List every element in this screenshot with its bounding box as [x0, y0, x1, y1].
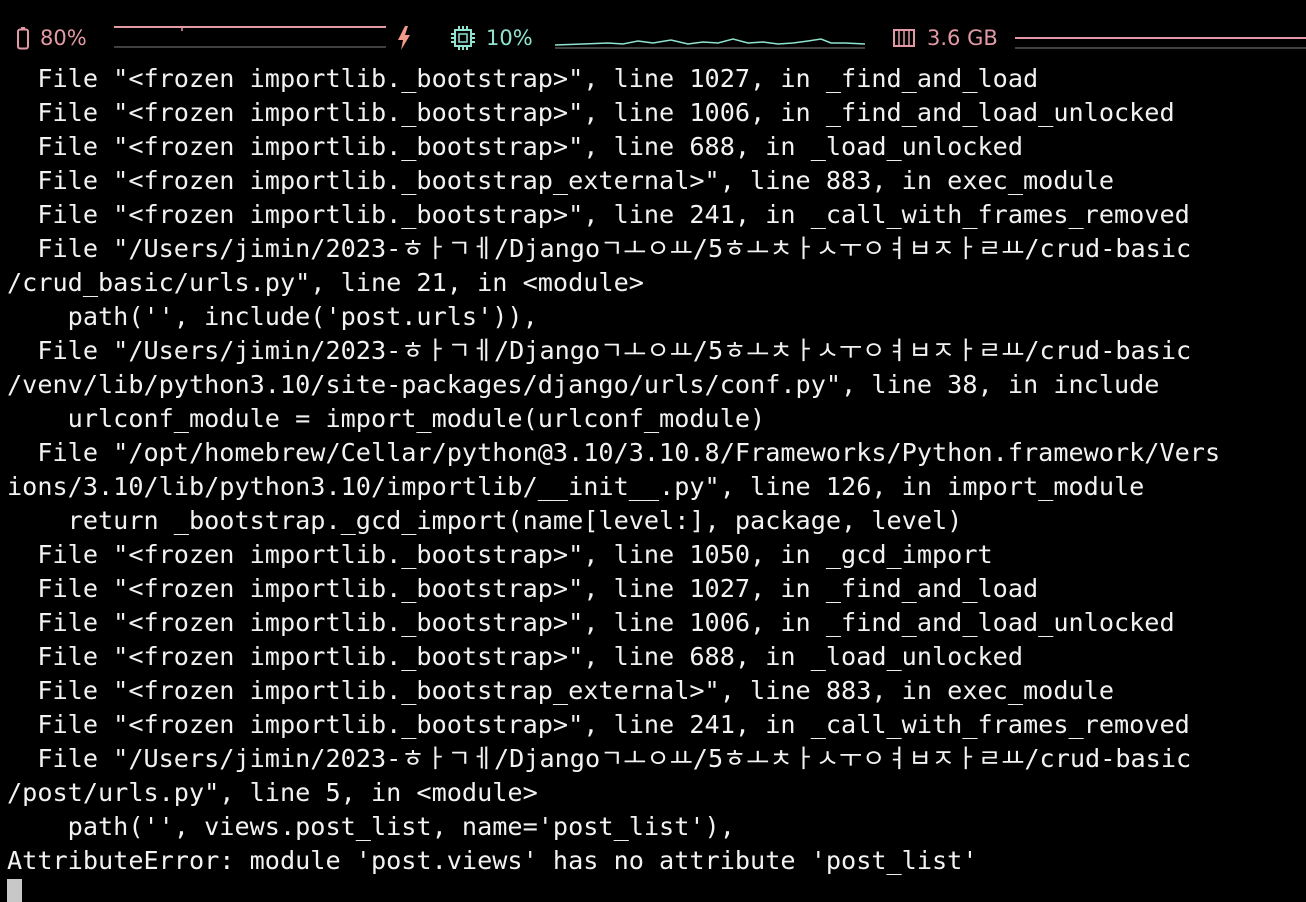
terminal-line: File "/Users/jimin/2023-ㅎㅏㄱㅔ/Djangoㄱㅗㅇㅛ/… [7, 744, 1192, 773]
memory-usage: 3.6 GB [927, 26, 998, 50]
status-bar: 80% 10% 3.6 GB [0, 0, 1306, 62]
terminal-line: urlconf_module = import_module(urlconf_m… [7, 404, 766, 433]
lightning-bolt-icon [396, 25, 412, 51]
terminal-line: File "<frozen importlib._bootstrap>", li… [7, 608, 1175, 637]
terminal-line: /venv/lib/python3.10/site-packages/djang… [7, 370, 1160, 399]
terminal-line: File "<frozen importlib._bootstrap>", li… [7, 98, 1175, 127]
terminal-line: File "<frozen importlib._bootstrap>", li… [7, 574, 1039, 603]
terminal-line: AttributeError: module 'post.views' has … [7, 846, 978, 875]
terminal-line: path('', include('post.urls')), [7, 302, 538, 331]
terminal-line: File "<frozen importlib._bootstrap_exter… [7, 166, 1114, 195]
cpu-history-graph [554, 38, 866, 49]
battery-percent: 80% [40, 26, 87, 50]
terminal-line: File "<frozen importlib._bootstrap>", li… [7, 132, 1023, 161]
terminal-line: path('', views.post_list, name='post_lis… [7, 812, 735, 841]
battery-icon [16, 26, 30, 50]
memory-module-icon [891, 25, 917, 51]
cpu-percent: 10% [486, 26, 533, 50]
terminal-line: File "<frozen importlib._bootstrap>", li… [7, 64, 1039, 93]
terminal-line: File "/opt/homebrew/Cellar/python@3.10/3… [7, 438, 1221, 467]
terminal-line: File "/Users/jimin/2023-ㅎㅏㄱㅔ/Djangoㄱㅗㅇㅛ/… [7, 336, 1192, 365]
terminal-line: File "<frozen importlib._bootstrap>", li… [7, 540, 993, 569]
terminal-line: File "<frozen importlib._bootstrap>", li… [7, 200, 1190, 229]
battery-history-graph [114, 26, 386, 48]
terminal-line: /post/urls.py", line 5, in <module> [7, 778, 538, 807]
terminal-line: return _bootstrap._gcd_import(name[level… [7, 506, 963, 535]
memory-status: 3.6 GB [891, 22, 998, 54]
terminal-output[interactable]: File "<frozen importlib._bootstrap>", li… [7, 62, 1306, 902]
battery-status: 80% [16, 22, 87, 54]
terminal-line: File "<frozen importlib._bootstrap_exter… [7, 676, 1114, 705]
cpu-chip-icon [450, 25, 476, 51]
terminal-line: File "<frozen importlib._bootstrap>", li… [7, 710, 1190, 739]
memory-history-graph [1015, 37, 1306, 49]
charging-indicator [396, 22, 412, 54]
cpu-status: 10% [450, 22, 533, 54]
terminal-cursor [7, 879, 22, 902]
terminal-line: File "<frozen importlib._bootstrap>", li… [7, 642, 1023, 671]
terminal-line: /crud_basic/urls.py", line 21, in <modul… [7, 268, 644, 297]
terminal-line: ions/3.10/lib/python3.10/importlib/__ini… [7, 472, 1145, 501]
terminal-line: File "/Users/jimin/2023-ㅎㅏㄱㅔ/Djangoㄱㅗㅇㅛ/… [7, 234, 1192, 263]
